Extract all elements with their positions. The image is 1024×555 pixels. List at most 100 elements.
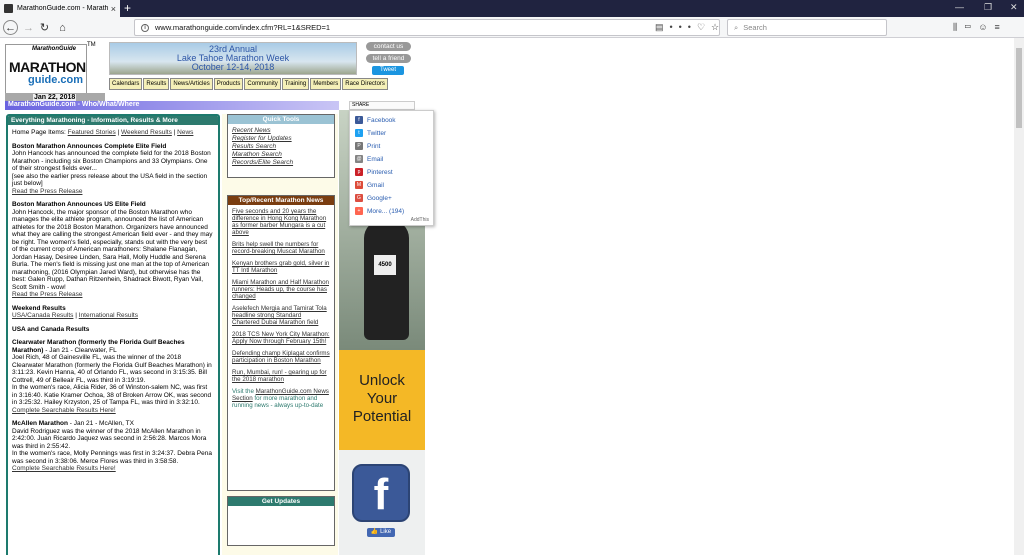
story-item: Boston Marathon Announces Complete Elite… [12, 143, 214, 196]
site-info-icon[interactable]: i [141, 23, 149, 32]
read-press-release-link[interactable]: Read the Press Release [12, 188, 82, 195]
contact-us-button[interactable]: contact us [366, 42, 411, 51]
share-toolbar[interactable]: SHARE [349, 101, 415, 110]
navigation-bar: ← → ↻ ⌂ i www.marathonguide.com/index.cf… [0, 17, 1024, 38]
international-results-link[interactable]: International Results [79, 312, 138, 319]
race-date: - Jan 21 - McAllen, TX [67, 420, 134, 427]
featured-stories-link[interactable]: Featured Stories [68, 129, 116, 136]
marathon-search-link[interactable]: Marathon Search [232, 151, 330, 159]
section-title-bar: MarathonGuide.com - Who/What/Where [5, 101, 339, 110]
menu-members[interactable]: Members [310, 78, 342, 90]
complete-results-link[interactable]: Complete Searchable Results Here! [12, 407, 116, 414]
news-link[interactable]: News [177, 129, 193, 136]
read-press-release-link[interactable]: Read the Press Release [12, 291, 82, 298]
site-favicon-icon [4, 4, 13, 13]
share-pinterest[interactable]: p Pinterest [355, 167, 393, 177]
get-updates-box: Get Updates [227, 496, 335, 546]
visit-news-section: Visit the MarathonGuide.com News Section… [232, 388, 329, 409]
runner-bib: 4500 [374, 255, 396, 275]
page-scrollbar[interactable] [1014, 38, 1024, 555]
complete-results-link[interactable]: Complete Searchable Results Here! [12, 465, 116, 472]
register-updates-link[interactable]: Register for Updates [232, 135, 330, 143]
news-item[interactable]: Defending champ Kiplagat confirms partic… [232, 350, 330, 364]
google-plus-icon: G [355, 194, 363, 202]
main-menu: Calendars Results News/Articles Products… [109, 78, 389, 90]
marathonguide-logo[interactable]: MarathonGuide MARATHON guide.com [5, 44, 87, 94]
reload-icon[interactable]: ↻ [37, 20, 52, 35]
story-extra: [see also the earlier press release abou… [12, 172, 208, 188]
browser-tab[interactable]: MarathonGuide.com - Maratho × [0, 0, 120, 17]
home-icon[interactable]: ⌂ [55, 20, 70, 35]
facebook-logo-icon[interactable]: f [352, 464, 410, 522]
runner-figure [364, 220, 409, 340]
recent-news-link[interactable]: Recent News [232, 127, 330, 135]
weekend-results-link[interactable]: Weekend Results [121, 129, 172, 136]
section-title: MarathonGuide.com - Who/What/Where [8, 101, 140, 108]
news-item[interactable]: Run, Mumbai, run! - gearing up for the 2… [232, 369, 330, 383]
story-title: Boston Marathon Announces US Elite Field [12, 201, 146, 208]
news-item[interactable]: Aselefech Mergia and Tamirat Tola headli… [232, 305, 330, 326]
facebook-widget: f 👍 Like [339, 450, 425, 555]
facebook-like-button[interactable]: 👍 Like [367, 528, 395, 537]
menu-community[interactable]: Community [244, 78, 281, 90]
story-title: Boston Marathon Announces Complete Elite… [12, 142, 167, 150]
left-content-column: Everything Marathoning - Information, Re… [6, 114, 220, 555]
share-facebook[interactable]: f Facebook [355, 115, 396, 125]
results-search-link[interactable]: Results Search [232, 143, 330, 151]
news-item[interactable]: Miami Marathon and Half Marathon runners… [232, 279, 330, 300]
tab-title: MarathonGuide.com - Maratho [17, 5, 108, 12]
share-google-plus[interactable]: G Google+ [355, 193, 392, 203]
menu-race-directors[interactable]: Race Directors [342, 78, 388, 90]
close-window-icon[interactable]: ✕ [1010, 2, 1018, 13]
news-item[interactable]: Kenyan brothers grab gold, silver in TT … [232, 260, 330, 274]
news-box-title: Top/Recent Marathon News [228, 196, 334, 205]
quick-tools-box: Quick Tools Recent News Register for Upd… [227, 114, 335, 178]
left-column-header: Everything Marathoning - Information, Re… [8, 116, 218, 125]
race-result: McAllen Marathon - Jan 21 - McAllen, TX … [12, 420, 212, 472]
menu-news-articles[interactable]: News/Articles [170, 78, 213, 90]
news-item[interactable]: Brits help swell the numbers for record-… [232, 241, 330, 255]
news-item[interactable]: 2018 TCS New York City Marathon: Apply N… [232, 331, 330, 345]
more-icon: + [355, 207, 363, 215]
lake-tahoe-banner[interactable]: 23rd Annual Lake Tahoe Marathon Week Oct… [109, 42, 357, 75]
news-item[interactable]: Five seconds and 20 years the difference… [232, 208, 330, 236]
url-action-icons[interactable]: ▤•••♡☆ [655, 22, 725, 33]
minimize-icon[interactable]: — [955, 2, 964, 12]
share-more[interactable]: + More... (194) [355, 206, 404, 216]
search-input[interactable]: ⌕ Search [727, 19, 887, 36]
maximize-icon[interactable]: ❐ [984, 2, 992, 13]
email-icon: @ [355, 155, 363, 163]
close-tab-icon[interactable]: × [111, 4, 116, 14]
pinterest-icon: p [355, 168, 363, 176]
share-twitter[interactable]: t Twitter [355, 128, 386, 138]
current-date: Jan 22, 2018 [33, 94, 77, 101]
back-arrow-icon[interactable]: ← [3, 20, 18, 35]
menu-results[interactable]: Results [143, 78, 170, 90]
records-elite-search-link[interactable]: Records/Elite Search [232, 159, 330, 167]
menu-training[interactable]: Training [281, 78, 310, 90]
url-text[interactable]: www.marathonguide.com/index.cfm?RL=1&SRE… [155, 23, 330, 32]
share-print[interactable]: P Print [355, 141, 380, 151]
new-tab-button[interactable]: + [124, 1, 131, 15]
share-email[interactable]: @ Email [355, 154, 383, 164]
toolbar-icons[interactable]: ⫼▭☺≡ [953, 22, 1007, 33]
share-gmail[interactable]: M Gmail [355, 180, 384, 190]
unlock-potential-ad[interactable]: Unlock Your Potential [339, 350, 425, 450]
twitter-icon: t [355, 129, 363, 137]
menu-products[interactable]: Products [213, 78, 244, 90]
race-date: - Jan 21 - Clearwater, FL [43, 346, 117, 354]
story-text: John Hancock, the major sponsor of the B… [12, 208, 213, 291]
page-viewport: MarathonGuide MARATHON guide.com TM Jan … [0, 38, 1014, 555]
home-page-items: Home Page Items: Featured Stories | Week… [12, 129, 194, 136]
tell-a-friend-button[interactable]: tell a friend [366, 54, 411, 63]
facebook-icon: f [355, 116, 363, 124]
scrollbar-thumb[interactable] [1016, 48, 1022, 128]
gmail-icon: M [355, 181, 363, 189]
menu-calendars[interactable]: Calendars [109, 78, 143, 90]
addthis-attribution[interactable]: AddThis [411, 217, 429, 223]
forward-arrow-icon[interactable]: → [21, 20, 36, 35]
usa-canada-results-link[interactable]: USA/Canada Results [12, 312, 73, 319]
tweet-button[interactable]: Tweet [372, 66, 404, 75]
address-bar[interactable]: i www.marathonguide.com/index.cfm?RL=1&S… [134, 19, 720, 36]
weekend-results-section: Weekend Results USA/Canada Results | Int… [12, 304, 138, 320]
